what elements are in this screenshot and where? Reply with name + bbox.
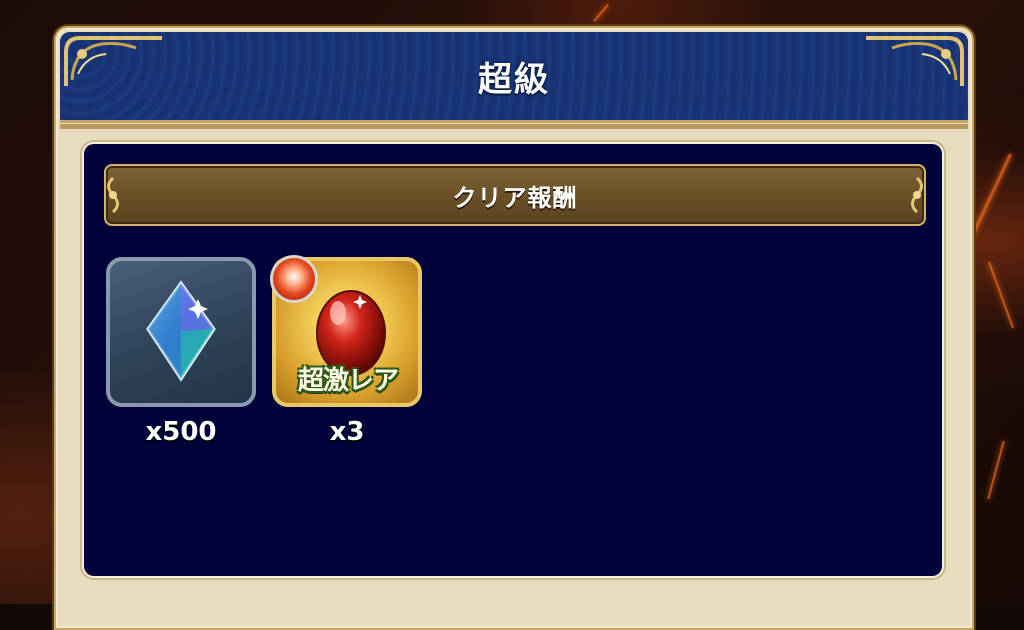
gold-scroll-ornament-icon — [911, 176, 923, 214]
reward-item-crystal[interactable]: x500 — [106, 257, 264, 447]
reward-item-egg[interactable]: 超激レア x3 — [270, 255, 430, 447]
clear-reward-title: クリア報酬 — [452, 183, 578, 212]
lava-crack — [987, 440, 1005, 500]
reward-panel: 超級 クリア報酬 x500 超激レア x3 — [54, 26, 974, 630]
reward-count: x500 — [145, 417, 217, 447]
lava-crack — [593, 3, 609, 23]
lava-crack — [988, 261, 1014, 329]
fire-element-icon — [270, 255, 318, 303]
panel-header: 超級 — [60, 32, 968, 129]
rarity-label: 超激レア — [297, 366, 399, 396]
gold-corner-ornament-icon — [866, 36, 964, 86]
reward-icon-frame — [106, 257, 256, 407]
reward-count: x3 — [329, 417, 365, 447]
section-header-bar: クリア報酬 — [104, 164, 926, 226]
reward-list-area: クリア報酬 x500 超激レア x3 — [84, 144, 942, 576]
gold-scroll-ornament-icon — [107, 176, 119, 214]
crystal-icon — [146, 280, 216, 382]
gold-corner-ornament-icon — [64, 36, 162, 86]
stage-difficulty-title: 超級 — [478, 59, 550, 100]
lava-crack — [971, 153, 1012, 237]
